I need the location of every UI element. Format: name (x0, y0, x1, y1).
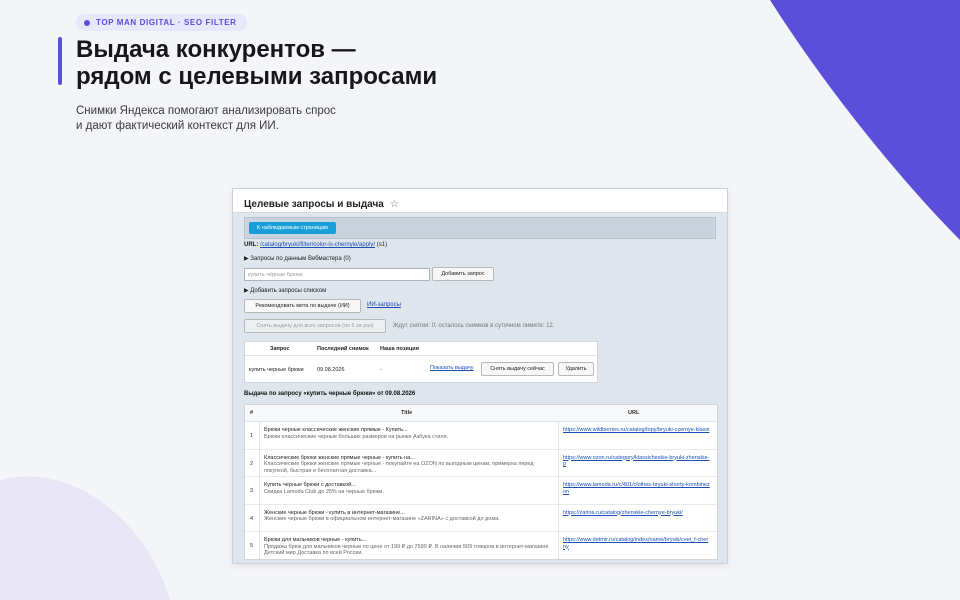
table-row: купить черные брюки 09.08.2026 - Показат… (245, 356, 597, 383)
ai-queries-link[interactable]: ИИ-запросы (367, 302, 401, 308)
result-snippet: Продажа брюк для мальчиков черные по цен… (264, 543, 549, 557)
col-position: Наша позиция (380, 345, 419, 352)
result-title: Купить черные брюки с доставкой... (264, 482, 356, 488)
results-table: # Title URL 1 Брюки черные классические … (244, 404, 718, 560)
col-query: Запрос (270, 345, 290, 352)
result-title: Женские черные брюки - купить в интернет… (264, 509, 405, 516)
col-title: Title (401, 410, 413, 416)
result-url-link[interactable]: https://www.wildberries.ru/catalog/topy/… (563, 427, 711, 434)
queries-table-header: Запрос Последний снимок Наша позиция (245, 342, 597, 356)
result-url-link[interactable]: https://zarina.ru/catalog/zhenskie-chern… (563, 510, 711, 517)
badge-text: TOP MAN DIGITAL · SEO FILTER (96, 18, 237, 27)
url-label: URL: (244, 242, 259, 248)
table-row: 3 Купить черные брюки с доставкой... Ски… (245, 477, 717, 505)
result-url-link[interactable]: https://www.lamoda.ru/c/401/clothes-bryu… (563, 482, 711, 495)
table-row: 5 Брюки для мальчиков черные - купить...… (245, 532, 717, 560)
result-title-cell: Классические брюки женские прямые черные… (264, 455, 556, 475)
result-title: Брюки черные классические женские прямые… (264, 427, 408, 433)
purple-corner-shape (770, 0, 960, 240)
panel-body: К наблюдаемым страницам (233, 217, 727, 239)
result-title-cell: Брюки для мальчиков черные - купить... П… (264, 537, 556, 557)
results-table-header: # Title URL (245, 405, 717, 422)
badge-dot-icon (84, 19, 90, 26)
url-row: URL: /catalog/bryuki/filter/color-is-che… (244, 242, 387, 248)
back-to-pages-button[interactable]: К наблюдаемым страницам (249, 222, 336, 234)
results-title: Выдача по запросу «купить черные брюки» … (244, 391, 416, 397)
subtitle-line-2: и дают фактический контекст для ИИ. (76, 120, 279, 132)
result-title-cell: Женские черные брюки - купить в интернет… (264, 510, 556, 523)
result-title-cell: Брюки черные классические женские прямые… (264, 427, 556, 440)
webmaster-toggle[interactable]: ▶ Запросы по данным Вебмастера (0) (244, 255, 351, 262)
delete-button[interactable]: Удалить (558, 362, 594, 376)
row-number: 3 (250, 488, 254, 494)
back-toolbar: К наблюдаемым страницам (244, 217, 716, 239)
subtitle-line-1: Снимки Яндекса помогают анализировать сп… (76, 105, 336, 117)
title-line-2: рядом с целевыми запросами (76, 63, 438, 90)
lavender-corner-shape (0, 476, 170, 600)
url-link[interactable]: /catalog/bryuki/filter/color-is-chernyie… (260, 242, 375, 248)
col-url: URL (628, 410, 640, 416)
page-subtitle: Снимки Яндекса помогают анализировать сп… (76, 104, 376, 134)
brand-badge: TOP MAN DIGITAL · SEO FILTER (76, 14, 247, 31)
col-last-snapshot: Последний снимок (317, 345, 369, 352)
result-title-cell: Купить черные брюки с доставкой... Скидк… (264, 482, 556, 495)
table-row: 1 Брюки черные классические женские прям… (245, 422, 717, 450)
snapshot-all-button[interactable]: Снять выдачу для всех запросов (по 5 за … (244, 319, 386, 333)
show-results-link[interactable]: Показать выдачу (430, 365, 474, 371)
row-number: 5 (250, 543, 254, 549)
result-title: Классические брюки женские прямые черные… (264, 454, 415, 461)
result-snippet: Брюки классические черные больших размер… (264, 433, 449, 440)
star-icon[interactable]: ☆ (390, 199, 399, 210)
result-snippet: Классические брюки женские прямые черные… (264, 461, 534, 474)
queries-table: Запрос Последний снимок Наша позиция куп… (244, 341, 598, 383)
title-line-1: Выдача конкурентов — (76, 36, 356, 63)
row-number: 1 (250, 433, 254, 439)
panel-header: Целевые запросы и выдача ☆ (233, 189, 727, 213)
query-input[interactable]: купить чёрные брюки (244, 268, 430, 281)
snapshot-status: Ждут снятия: 0; осталось снимков в суточ… (393, 323, 555, 329)
page-title: Выдача конкурентов — рядом с целевыми за… (76, 36, 536, 90)
position-cell: - (380, 367, 382, 373)
result-snippet: Женские черные брюки в официальном интер… (264, 516, 500, 523)
result-url-link[interactable]: https://www.detmir.ru/catalog/index/name… (563, 537, 711, 550)
last-snapshot-cell: 09.08.2026 (317, 367, 345, 373)
query-cell: купить черные брюки (249, 367, 304, 373)
result-snippet: Скидка Lamoda Club до 25% на черные брюк… (264, 488, 384, 495)
add-query-button[interactable]: Добавить запрос (432, 267, 494, 281)
add-list-toggle[interactable]: ▶ Добавить запросы списком (244, 287, 326, 294)
row-number: 2 (250, 460, 254, 467)
result-url-link[interactable]: https://www.ozon.ru/category/klassichesk… (563, 455, 711, 468)
panel-title: Целевые запросы и выдача (244, 199, 384, 210)
row-number: 4 (250, 515, 254, 522)
snapshot-now-button[interactable]: Снять выдачу сейчас (481, 362, 554, 376)
recommend-meta-button[interactable]: Рекомендовать мета по выдаче (ИИ) (244, 299, 361, 313)
result-title: Брюки для мальчиков черные - купить... (264, 537, 367, 543)
table-row: 4 Женские черные брюки - купить в интерн… (245, 505, 717, 532)
url-suffix: (s1) (376, 242, 388, 248)
table-row: 2 Классические брюки женские прямые черн… (245, 450, 717, 477)
col-number: # (250, 410, 254, 416)
title-accent-bar (58, 37, 62, 85)
queries-panel-screenshot: Целевые запросы и выдача ☆ К наблюдаемым… (232, 188, 728, 564)
